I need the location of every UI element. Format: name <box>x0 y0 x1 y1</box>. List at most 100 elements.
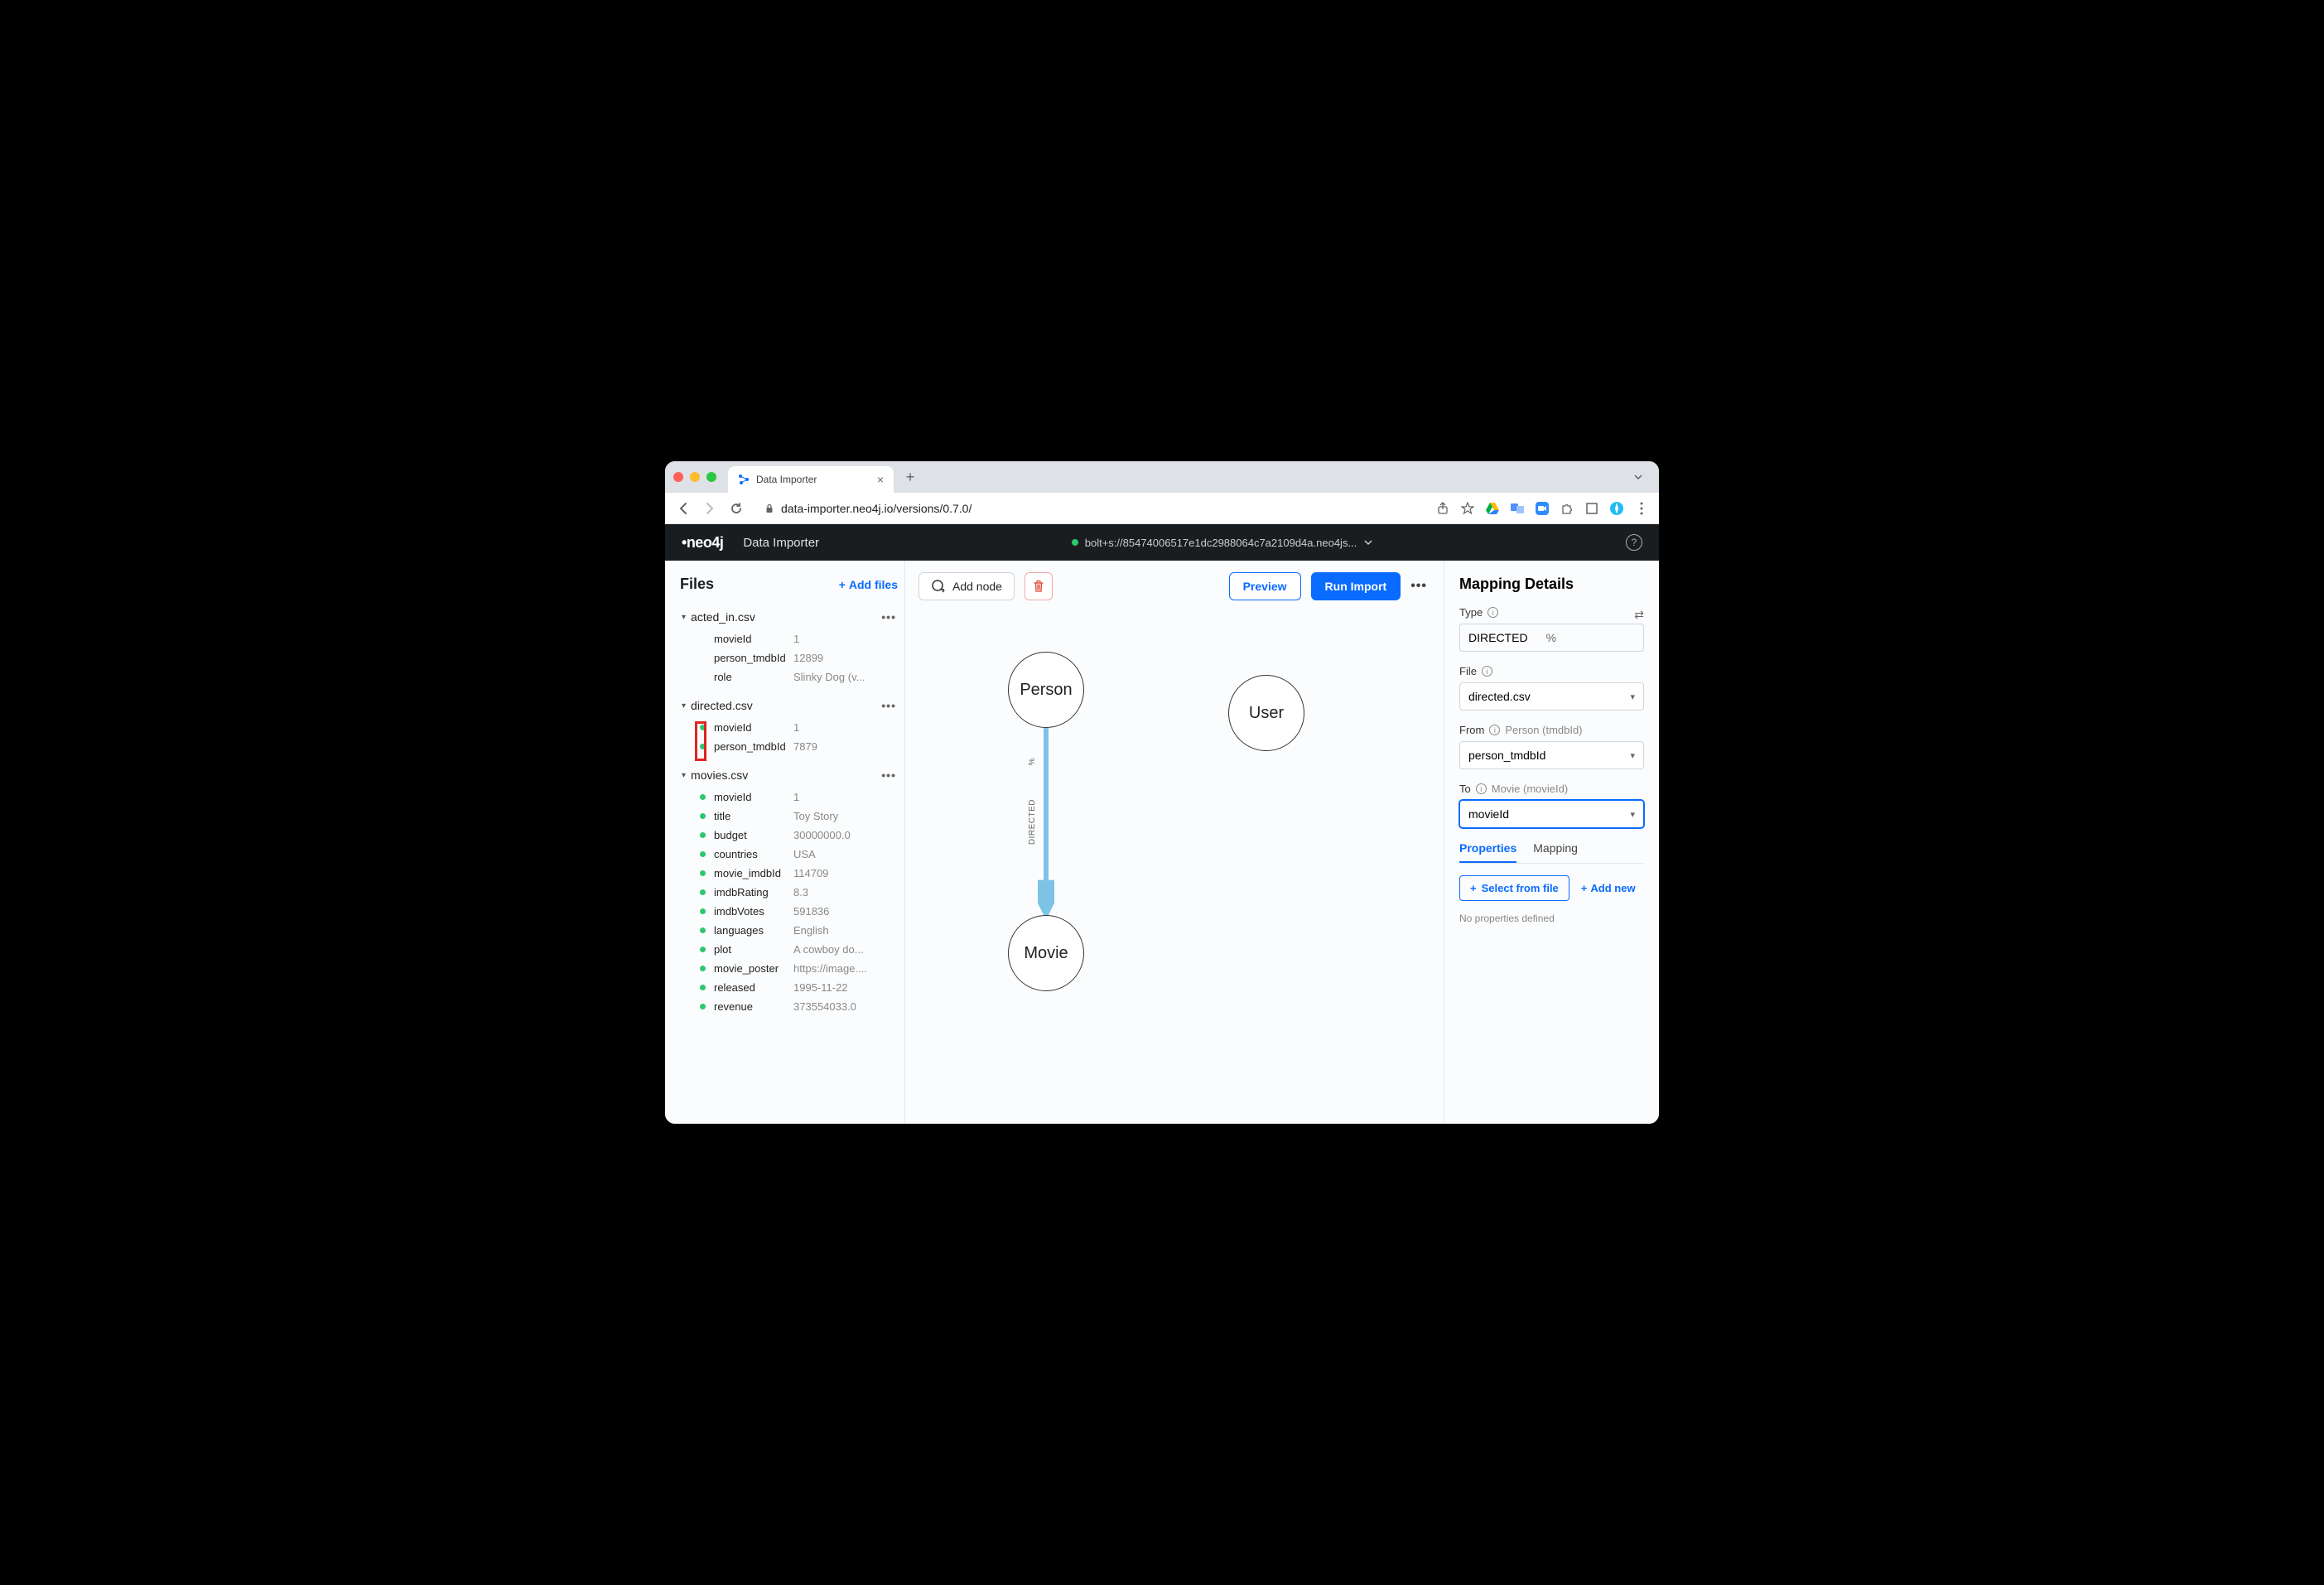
edge-directed[interactable] <box>1038 728 1054 918</box>
run-import-button[interactable]: Run Import <box>1311 572 1401 600</box>
field-value: 1 <box>793 633 799 645</box>
window-minimize[interactable] <box>690 472 700 482</box>
field-row[interactable]: person_tmdbId 7879 <box>680 737 898 756</box>
field-row[interactable]: plot A cowboy do... <box>680 940 898 959</box>
file-label: File <box>1459 665 1477 677</box>
swap-direction-icon[interactable]: ⇄ <box>1634 608 1644 622</box>
tab-properties[interactable]: Properties <box>1459 841 1516 863</box>
extensions-puzzle-icon[interactable] <box>1560 501 1574 516</box>
file-header[interactable]: ▾ directed.csv ••• <box>680 693 898 718</box>
help-button[interactable]: ? <box>1626 534 1642 551</box>
from-label-row: From i Person (tmdbId) <box>1459 724 1644 736</box>
profile-icon[interactable] <box>1584 501 1599 516</box>
from-select[interactable]: person_tmdbId ▾ <box>1459 741 1644 769</box>
kebab-menu-icon[interactable] <box>1634 501 1649 516</box>
field-row[interactable]: movieId 1 <box>680 788 898 807</box>
select-from-file-button[interactable]: + Select from file <box>1459 875 1569 901</box>
field-key: title <box>714 810 793 822</box>
chevron-down-icon: ▾ <box>1630 809 1635 820</box>
field-status-dot <box>700 655 706 661</box>
file-select[interactable]: directed.csv ▾ <box>1459 682 1644 711</box>
field-row[interactable]: imdbRating 8.3 <box>680 883 898 902</box>
file-header[interactable]: ▾ movies.csv ••• <box>680 763 898 788</box>
node-movie[interactable]: Movie <box>1008 915 1084 991</box>
field-status-dot <box>700 947 706 952</box>
field-status-dot <box>700 870 706 876</box>
field-value: 7879 <box>793 740 817 753</box>
files-header: Files + Add files <box>680 576 898 593</box>
chevron-down-icon: ▾ <box>682 771 686 780</box>
field-row[interactable]: role Slinky Dog (v... <box>680 667 898 687</box>
field-row[interactable]: budget 30000000.0 <box>680 826 898 845</box>
window-maximize[interactable] <box>706 472 716 482</box>
connection-string[interactable]: bolt+s://85474006517e1dc2988064c7a2109d4… <box>839 537 1606 549</box>
field-row[interactable]: languages English <box>680 921 898 940</box>
safari-ext-icon[interactable] <box>1609 501 1624 516</box>
delete-button[interactable] <box>1025 572 1053 600</box>
mapping-tabs: Properties Mapping <box>1459 841 1644 864</box>
field-status-dot <box>700 985 706 990</box>
chevron-down-icon: ▾ <box>682 613 686 622</box>
neo4j-favicon <box>738 474 750 485</box>
file-menu-icon[interactable]: ••• <box>881 768 896 782</box>
field-key: movie_poster <box>714 962 793 975</box>
tab-mapping[interactable]: Mapping <box>1533 841 1578 863</box>
field-row[interactable]: person_tmdbId 12899 <box>680 648 898 667</box>
file-group: ▾ acted_in.csv ••• movieId 1 person_tmdb… <box>680 605 898 687</box>
file-menu-icon[interactable]: ••• <box>881 699 896 712</box>
field-value: https://image.... <box>793 962 867 975</box>
info-icon[interactable]: i <box>1487 607 1498 618</box>
file-label-row: File i <box>1459 665 1644 677</box>
url-field[interactable]: data-importer.neo4j.io/versions/0.7.0/ <box>755 497 1425 520</box>
field-row[interactable]: movie_poster https://image.... <box>680 959 898 978</box>
add-new-button[interactable]: + Add new <box>1581 882 1636 894</box>
field-row[interactable]: movieId 1 <box>680 629 898 648</box>
field-row[interactable]: movie_imdbId 114709 <box>680 864 898 883</box>
file-menu-icon[interactable]: ••• <box>881 610 896 624</box>
forward-button[interactable] <box>702 500 718 517</box>
field-row[interactable]: title Toy Story <box>680 807 898 826</box>
node-person[interactable]: Person <box>1008 652 1084 728</box>
field-key: movieId <box>714 721 793 734</box>
tab-bar-chevron-icon[interactable] <box>1626 471 1651 483</box>
share-icon[interactable] <box>1435 501 1450 516</box>
add-node-button[interactable]: Add node <box>919 572 1015 600</box>
field-key: imdbRating <box>714 886 793 898</box>
field-row[interactable]: movieId 1 <box>680 718 898 737</box>
canvas-more-icon[interactable]: ••• <box>1410 579 1427 594</box>
preview-button[interactable]: Preview <box>1229 572 1301 600</box>
connection-text: bolt+s://85474006517e1dc2988064c7a2109d4… <box>1085 537 1357 549</box>
bookmark-star-icon[interactable] <box>1460 501 1475 516</box>
back-button[interactable] <box>675 500 692 517</box>
field-key: role <box>714 671 793 683</box>
graph-viewport[interactable]: % DIRECTED Person Movie User <box>919 609 1430 1072</box>
info-icon[interactable]: i <box>1476 783 1487 794</box>
field-row[interactable]: revenue 373554033.0 <box>680 997 898 1016</box>
file-header[interactable]: ▾ acted_in.csv ••• <box>680 605 898 629</box>
field-row[interactable]: released 1995-11-22 <box>680 978 898 997</box>
tab-close-icon[interactable]: × <box>877 473 884 486</box>
field-status-dot <box>700 832 706 838</box>
reload-button[interactable] <box>728 500 745 517</box>
gdrive-ext-icon[interactable] <box>1485 501 1500 516</box>
type-value-box[interactable]: DIRECTED % <box>1459 624 1644 652</box>
add-files-button[interactable]: + Add files <box>839 578 898 591</box>
field-key: countries <box>714 848 793 860</box>
field-key: movie_imdbId <box>714 867 793 879</box>
browser-window: Data Importer × + data-importer.neo4j.io… <box>665 461 1659 1124</box>
info-icon[interactable]: i <box>1482 666 1492 677</box>
translate-ext-icon[interactable] <box>1510 501 1525 516</box>
field-row[interactable]: imdbVotes 591836 <box>680 902 898 921</box>
to-select[interactable]: movieId ▾ <box>1459 800 1644 828</box>
app-title: Data Importer <box>743 536 819 550</box>
field-status-dot <box>700 927 706 933</box>
info-icon[interactable]: i <box>1489 725 1500 735</box>
window-close[interactable] <box>673 472 683 482</box>
zoom-ext-icon[interactable] <box>1535 501 1550 516</box>
node-person-label: Person <box>1020 681 1072 700</box>
browser-tab[interactable]: Data Importer × <box>728 466 894 493</box>
file-name: acted_in.csv <box>691 610 876 624</box>
field-row[interactable]: countries USA <box>680 845 898 864</box>
node-user[interactable]: User <box>1228 675 1304 751</box>
new-tab-button[interactable]: + <box>899 465 922 489</box>
